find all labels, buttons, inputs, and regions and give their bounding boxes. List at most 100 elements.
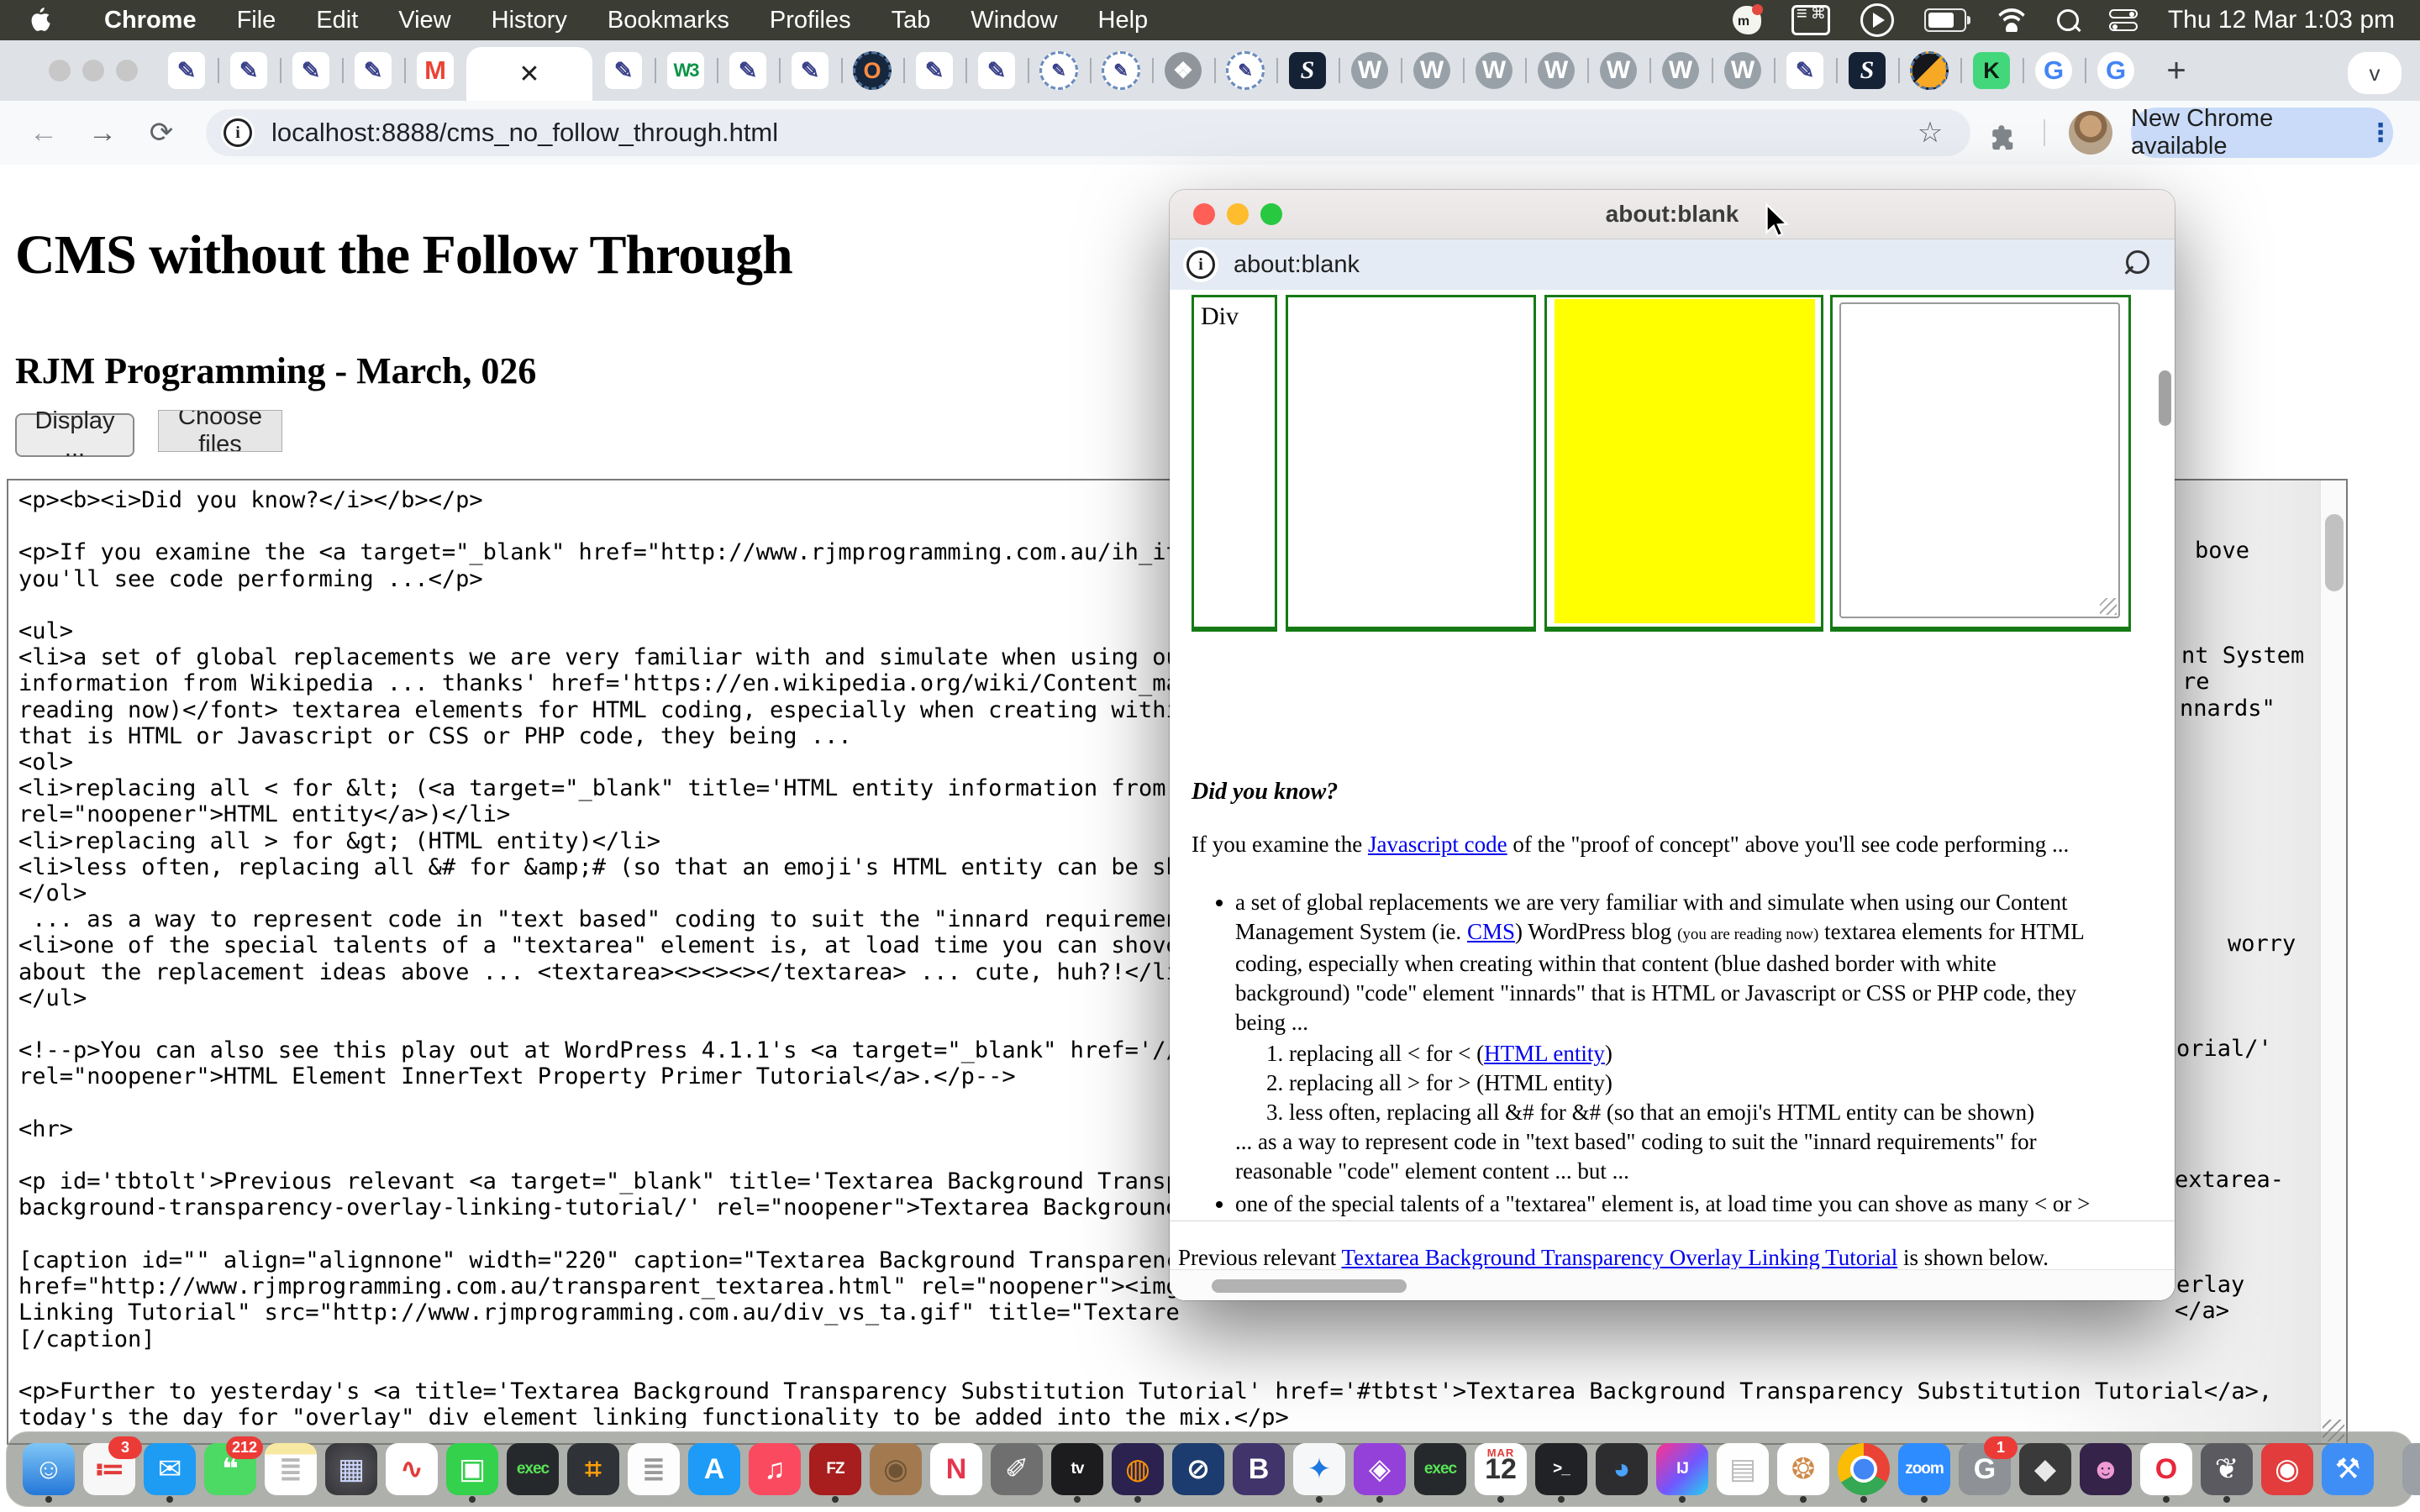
popup-zoom-button[interactable] — [1260, 203, 1282, 225]
tab-o[interactable]: O — [841, 40, 903, 101]
dock-item-news[interactable]: N — [930, 1443, 982, 1495]
wifi-icon[interactable] — [1996, 8, 2027, 32]
dock-item-calculator[interactable]: ⌗ — [567, 1443, 619, 1495]
text-link[interactable]: HTML entity — [1484, 1041, 1605, 1066]
dock-item-utility-dark-2[interactable]: exec — [1414, 1443, 1466, 1495]
menu-item-chrome[interactable]: Chrome — [84, 0, 217, 40]
dock-item-blocker-app[interactable]: ⊘ — [1172, 1443, 1224, 1495]
browser-menu-icon[interactable]: ⋮ — [2368, 118, 2393, 148]
menu-item-file[interactable]: File — [217, 0, 297, 40]
dock-item-pixelmator[interactable]: ❂ — [1777, 1443, 1829, 1495]
dock-item-curves-app[interactable]: ∿ — [386, 1443, 438, 1495]
window-zoom-button[interactable] — [116, 60, 138, 81]
dock-item-xcode[interactable]: ⚒ — [2322, 1443, 2374, 1495]
tab-pencil[interactable]: ✎ — [592, 40, 655, 101]
tab-orange[interactable] — [1898, 40, 1960, 101]
menu-item-profiles[interactable]: Profiles — [750, 0, 871, 40]
spotlight-search-icon[interactable] — [2057, 9, 2079, 31]
tab-k[interactable]: K — [1960, 40, 2023, 101]
dock-item-contacts[interactable]: ◉ — [870, 1443, 922, 1495]
dock-item-app-store[interactable]: A — [688, 1443, 740, 1495]
site-info-icon[interactable]: i — [221, 116, 255, 150]
text-link[interactable]: Javascript code — [1368, 832, 1507, 857]
tab-pencil[interactable]: ✎ — [280, 40, 342, 101]
dock-item-music[interactable]: ♫ — [749, 1443, 801, 1495]
menu-item-edit[interactable]: Edit — [296, 0, 378, 40]
dock-item-firefox[interactable]: ◍ — [1112, 1443, 1164, 1495]
tab-dash[interactable]: ✎ — [1028, 40, 1090, 101]
tab-g[interactable]: G — [2085, 40, 2147, 101]
tab-active[interactable]: ✕ — [466, 47, 592, 101]
profile-avatar[interactable] — [2069, 111, 2112, 155]
tab-gmail[interactable]: M — [404, 40, 466, 101]
tab-w3[interactable]: W3 — [655, 40, 717, 101]
tab-g[interactable]: G — [2023, 40, 2085, 101]
tab-wp[interactable]: W — [1649, 40, 1712, 101]
tab-wp[interactable]: W — [1525, 40, 1587, 101]
dock-item-safari[interactable]: ✦ — [1293, 1443, 1345, 1495]
dock-item-textedit[interactable]: ▤ — [1717, 1443, 1769, 1495]
dock-item-inkscape[interactable]: ◆ — [2019, 1443, 2071, 1495]
display-button[interactable]: Display ... — [15, 413, 134, 457]
address-bar[interactable]: i localhost:8888/cms_no_follow_through.h… — [206, 109, 1970, 156]
popup-title-bar[interactable]: about:blank — [1170, 190, 2175, 239]
text-link[interactable]: CMS — [1467, 919, 1515, 944]
dock-item-reminders[interactable]: ≔3 — [83, 1443, 135, 1495]
popup-url-text[interactable]: about:blank — [1234, 251, 1360, 279]
menu-item-bookmarks[interactable]: Bookmarks — [587, 0, 750, 40]
tab-pencil[interactable]: ✎ — [342, 40, 404, 101]
dock-item-g-app[interactable]: G1 — [1959, 1443, 2011, 1495]
popup-site-info-icon[interactable]: i — [1183, 247, 1218, 282]
popup-close-button[interactable] — [1193, 203, 1215, 225]
text-link[interactable]: Textarea Background Transparency Overlay… — [1341, 1245, 1897, 1270]
chrome-update-button[interactable]: New Chrome available ⋮ — [2131, 108, 2393, 158]
dock-item-opera[interactable]: O — [2140, 1443, 2192, 1495]
tab-dash[interactable]: ✎ — [1214, 40, 1276, 101]
popup-hscroll-thumb[interactable] — [1212, 1279, 1407, 1293]
keyboard-switcher-icon[interactable] — [1791, 5, 1830, 35]
dock-item-finder[interactable]: ☺ — [23, 1443, 75, 1495]
dock-item-notes[interactable]: ≣ — [265, 1443, 317, 1495]
tab-s[interactable]: S — [1276, 40, 1339, 101]
dock-item-quicktime[interactable]: ◕ — [1596, 1443, 1648, 1495]
popup-zoom-search-icon[interactable] — [2126, 250, 2154, 279]
tab-wp[interactable]: W — [1712, 40, 1774, 101]
tab-blob[interactable]: ❖ — [1152, 40, 1214, 101]
tab-wp[interactable]: W — [1401, 40, 1463, 101]
dock-item-podcasts[interactable]: ◈ — [1354, 1443, 1406, 1495]
popup-vscroll-thumb[interactable] — [2159, 370, 2171, 426]
tab-search-button[interactable]: v — [2348, 52, 2402, 94]
app-status-icon[interactable]: m — [1733, 6, 1761, 34]
back-button[interactable]: ← — [24, 113, 64, 153]
popup-address-bar[interactable]: i about:blank — [1170, 239, 2175, 290]
menu-item-history[interactable]: History — [471, 0, 587, 40]
dock-item-messages[interactable]: ❝212 — [204, 1443, 256, 1495]
dock-item-zoom[interactable]: zoom — [1898, 1443, 1950, 1495]
dock-item-avatar-app[interactable]: ☻ — [2080, 1443, 2132, 1495]
battery-icon[interactable] — [1924, 8, 1966, 32]
dock-item-gimp[interactable]: ✐ — [991, 1443, 1043, 1495]
dock-item-facetime[interactable]: ▣ — [446, 1443, 498, 1495]
menu-item-help[interactable]: Help — [1078, 0, 1169, 40]
dock-item-apple-tv[interactable]: tv — [1051, 1443, 1103, 1495]
tab-wp[interactable]: W — [1587, 40, 1649, 101]
tab-pencil[interactable]: ✎ — [779, 40, 841, 101]
tab-wp[interactable]: W — [1339, 40, 1401, 101]
menu-item-window[interactable]: Window — [950, 0, 1077, 40]
dock-item-document-app[interactable]: ≣ — [628, 1443, 680, 1495]
extensions-icon[interactable] — [1983, 118, 2023, 158]
tab-pencil[interactable]: ✎ — [1774, 40, 1836, 101]
dock-item-mamp[interactable]: ❦ — [2201, 1443, 2253, 1495]
tab-s[interactable]: S — [1836, 40, 1898, 101]
popup-horizontal-scrollbar[interactable] — [1170, 1269, 2175, 1300]
bookmark-star-icon[interactable]: ☆ — [1910, 113, 1950, 153]
playback-icon[interactable] — [1860, 3, 1894, 37]
reload-button[interactable]: ⟳ — [141, 113, 182, 153]
choose-files-button[interactable]: Choose files — [158, 410, 282, 452]
dock-item-launchpad[interactable]: ▦ — [325, 1443, 377, 1495]
popup-minimize-button[interactable] — [1227, 203, 1249, 225]
dock-item-bbedit[interactable]: B — [1233, 1443, 1285, 1495]
menu-item-tab[interactable]: Tab — [871, 0, 951, 40]
dock-item-intellij[interactable]: IJ — [1656, 1443, 1708, 1495]
dock-item-calendar[interactable]: 12MAR — [1475, 1443, 1527, 1495]
